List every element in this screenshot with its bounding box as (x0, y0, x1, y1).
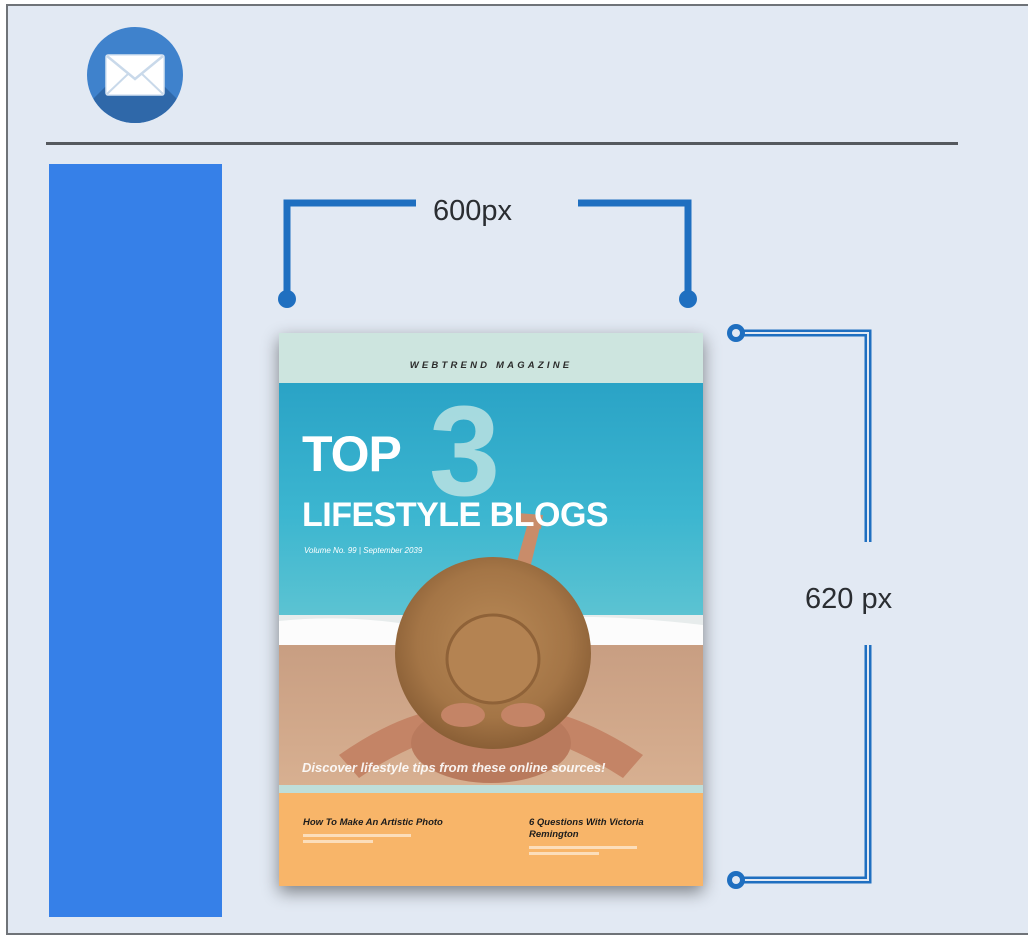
magazine-cover: WEBTREND MAGAZINE 3 TOP LIFESTYLE BLOGS … (279, 333, 703, 886)
cover-top-band (279, 333, 703, 383)
cover-article-blurb (303, 839, 373, 843)
cover-article-headline: How To Make An Artistic Photo (303, 817, 443, 828)
cover-headline-main: LIFESTYLE BLOGS (302, 496, 609, 534)
cover-article-headline: 6 Questions With Victoria Remington (529, 817, 644, 840)
cover-article-blurb (303, 833, 411, 837)
cover-divider-strip (279, 785, 703, 793)
cover-article-blurb (529, 845, 637, 849)
height-label: 620 px (805, 583, 893, 615)
width-bracket-left-dot (278, 290, 296, 308)
cover-tagline: Discover lifestyle tips from these onlin… (302, 760, 606, 775)
cover-headline-top: TOP (302, 426, 402, 482)
width-bracket-right-dot (679, 290, 697, 308)
cover-article-blurb (529, 851, 599, 855)
cover-issue-line: Volume No. 99 | September 2039 (304, 546, 423, 555)
cover-masthead: WEBTREND MAGAZINE (409, 360, 573, 371)
cover-article: How To Make An Artistic Photo (303, 817, 453, 843)
width-label: 600px (433, 195, 513, 227)
cover-article: 6 Questions With Victoria Remington (529, 817, 679, 855)
